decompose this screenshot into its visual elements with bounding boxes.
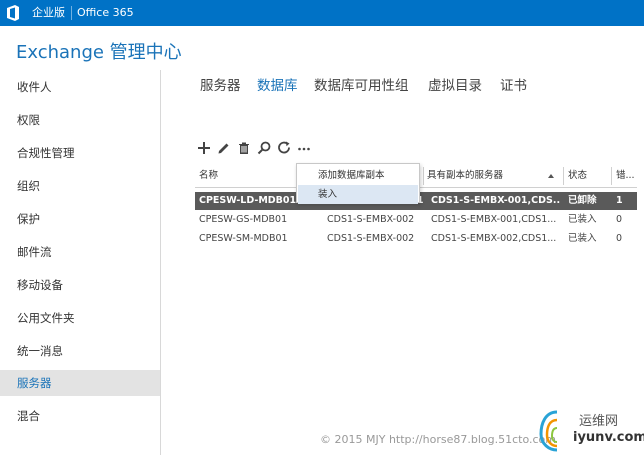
sidebar-item-permissions[interactable]: 权限 (0, 107, 160, 133)
sidebar-item-unified-messaging[interactable]: 统一消息 (0, 338, 160, 364)
sort-ascending-icon (548, 174, 554, 178)
site-logo-icon (539, 410, 558, 452)
tab-dag[interactable]: 数据库可用性组 (314, 76, 409, 96)
office-logo-icon[interactable] (6, 5, 20, 21)
copyright-watermark: © 2015 MJY http://horse87.blog.51cto.com (320, 433, 556, 446)
menu-item-mount[interactable]: 装入 (298, 185, 418, 204)
table-row[interactable]: CPESW-GS-MDB01 CDS1-S-EMBX-002 CDS1-S-EM… (195, 211, 637, 229)
cell-copy-servers: CDS1-S-EMBX-001,CDS1... (431, 214, 557, 225)
top-nav-bar: 企业版 Office 365 (0, 0, 644, 26)
cell-copy-servers: CDS1-S-EMBX-001,CDS... (431, 195, 561, 206)
sidebar-item-protection[interactable]: 保护 (0, 206, 160, 232)
cell-errors: 0 (616, 214, 623, 225)
cell-server: CDS1-S-EMBX-002 (327, 233, 415, 244)
column-header-errors[interactable]: 错... (612, 164, 637, 188)
table-row[interactable]: CPESW-SM-MDB01 CDS1-S-EMBX-002 CDS1-S-EM… (195, 230, 637, 248)
refresh-icon[interactable] (276, 140, 292, 156)
add-icon[interactable] (196, 140, 212, 156)
sidebar-item-recipients[interactable]: 收件人 (0, 74, 160, 100)
column-header-copy-servers[interactable]: 具有副本的服务器 (423, 164, 563, 188)
sidebar-item-organization[interactable]: 组织 (0, 173, 160, 199)
more-actions-menu: 添加数据库副本 装入 (296, 163, 420, 204)
column-header-status[interactable]: 状态 (564, 164, 612, 188)
sidebar-item-compliance[interactable]: 合规性管理 (0, 140, 160, 166)
cell-status: 已卸除 (568, 195, 597, 206)
tab-virtual-directories[interactable]: 虚拟目录 (428, 76, 482, 96)
sidebar-item-public-folders[interactable]: 公用文件夹 (0, 305, 160, 331)
edit-icon[interactable] (216, 140, 232, 156)
cell-name: CPESW-GS-MDB01 (199, 214, 288, 225)
cell-errors: 0 (616, 233, 623, 244)
cell-server: CDS1-S-EMBX-002 (327, 214, 415, 225)
sidebar-item-mobile[interactable]: 移动设备 (0, 272, 160, 298)
tab-servers[interactable]: 服务器 (200, 76, 241, 96)
search-icon[interactable] (256, 140, 272, 156)
cell-name: CPESW-SM-MDB01 (199, 233, 288, 244)
edition-link[interactable]: 企业版 (32, 6, 65, 20)
cell-errors: 1 (616, 195, 623, 206)
site-logo-text-en: iyunv.com (573, 430, 644, 445)
topbar-divider (71, 6, 72, 20)
site-logo-watermark: 运维网 iyunv.com (535, 408, 644, 452)
sidebar: 收件人 权限 合规性管理 组织 保护 邮件流 移动设备 公用文件夹 统一消息 服… (0, 70, 160, 455)
cell-copy-servers: CDS1-S-EMBX-002,CDS1... (431, 233, 557, 244)
sidebar-item-servers[interactable]: 服务器 (0, 370, 160, 396)
sidebar-divider (160, 70, 161, 455)
app-title: Exchange 管理中心 (16, 42, 182, 63)
more-icon[interactable] (296, 140, 312, 156)
tab-databases[interactable]: 数据库 (257, 76, 298, 96)
column-separator (423, 167, 424, 185)
tab-certificates[interactable]: 证书 (500, 76, 527, 96)
menu-item-add-database-copy[interactable]: 添加数据库副本 (298, 166, 418, 185)
sidebar-item-hybrid[interactable]: 混合 (0, 403, 160, 429)
office365-link[interactable]: Office 365 (77, 6, 134, 20)
delete-icon[interactable] (236, 140, 252, 156)
cell-status: 已装入 (568, 214, 597, 225)
site-logo-text-cn: 运维网 (579, 414, 619, 429)
sidebar-item-mail-flow[interactable]: 邮件流 (0, 239, 160, 265)
cell-status: 已装入 (568, 233, 597, 244)
